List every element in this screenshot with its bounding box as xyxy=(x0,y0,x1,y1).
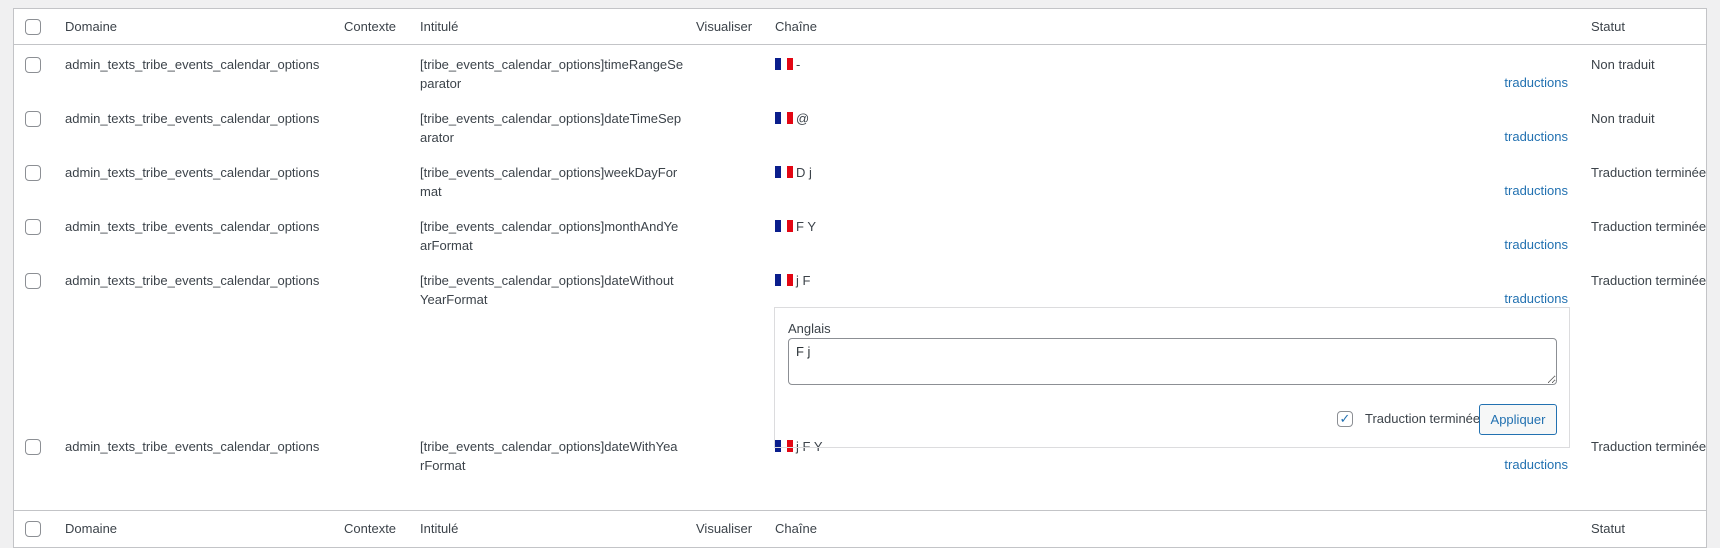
language-label: Anglais xyxy=(788,321,831,336)
title-line-1: [tribe_events_calendar_options]dateTimeS… xyxy=(420,111,682,126)
title-line-1: [tribe_events_calendar_options]dateWithY… xyxy=(420,439,678,454)
select-all-checkbox[interactable] xyxy=(25,19,41,35)
translations-link[interactable]: traductions xyxy=(1504,183,1568,198)
col-string: Chaîne xyxy=(775,19,817,34)
french-flag-icon xyxy=(775,166,793,178)
row-checkbox[interactable] xyxy=(25,219,41,235)
select-all-checkbox-footer[interactable] xyxy=(25,521,41,537)
string-cell: @ xyxy=(775,111,809,126)
col-domain[interactable]: Domaine xyxy=(65,521,117,536)
col-title[interactable]: Intitulé xyxy=(420,19,458,34)
strings-table: Domaine Contexte Intitulé Visualiser Cha… xyxy=(13,8,1707,548)
status-cell: Traduction terminée xyxy=(1591,273,1707,288)
domain-cell: admin_texts_tribe_events_calendar_option… xyxy=(65,273,320,288)
translation-textarea[interactable] xyxy=(788,338,1557,385)
table-footer: Domaine Contexte Intitulé Visualiser Cha… xyxy=(14,510,1706,546)
french-flag-icon xyxy=(775,274,793,286)
title-line-2: YearFormat xyxy=(420,292,488,307)
string-value: F Y xyxy=(796,219,816,234)
col-view: Visualiser xyxy=(696,521,753,536)
title-line-2: arFormat xyxy=(420,238,473,253)
status-cell: Traduction terminée xyxy=(1591,219,1707,234)
table-row: admin_texts_tribe_events_calendar_option… xyxy=(14,99,1706,153)
string-value: D j xyxy=(796,165,812,180)
status-cell: Non traduit xyxy=(1591,57,1655,72)
title-line-2: mat xyxy=(420,184,442,199)
title-line-1: [tribe_events_calendar_options]monthAndY… xyxy=(420,219,679,234)
row-checkbox[interactable] xyxy=(25,439,41,455)
table-row: admin_texts_tribe_events_calendar_option… xyxy=(14,153,1706,207)
translations-link[interactable]: traductions xyxy=(1504,291,1568,306)
french-flag-icon xyxy=(775,112,793,124)
translations-link[interactable]: traductions xyxy=(1504,129,1568,144)
apply-button[interactable]: Appliquer xyxy=(1479,404,1557,435)
string-value: j F xyxy=(796,273,811,288)
title-line-1: [tribe_events_calendar_options]weekDayFo… xyxy=(420,165,678,180)
row-checkbox[interactable] xyxy=(25,165,41,181)
col-domain[interactable]: Domaine xyxy=(65,19,117,34)
col-status[interactable]: Statut xyxy=(1591,521,1625,536)
title-line-2: rFormat xyxy=(420,458,466,473)
status-cell: Traduction terminée xyxy=(1591,165,1707,180)
table-row: admin_texts_tribe_events_calendar_option… xyxy=(14,45,1706,99)
title-line-2: arator xyxy=(420,130,454,145)
row-checkbox[interactable] xyxy=(25,273,41,289)
string-cell: D j xyxy=(775,165,812,180)
col-context: Contexte xyxy=(344,19,397,34)
string-cell: - xyxy=(775,57,800,72)
string-cell: F Y xyxy=(775,219,816,234)
domain-cell: admin_texts_tribe_events_calendar_option… xyxy=(65,165,320,180)
title-line-1: [tribe_events_calendar_options]dateWitho… xyxy=(420,273,674,288)
domain-cell: admin_texts_tribe_events_calendar_option… xyxy=(65,57,320,72)
translation-complete-checkbox[interactable]: ✓ xyxy=(1337,411,1353,427)
domain-cell: admin_texts_tribe_events_calendar_option… xyxy=(65,219,320,234)
string-cell: j F xyxy=(775,273,810,288)
translations-link[interactable]: traductions xyxy=(1504,237,1568,252)
string-value: - xyxy=(796,57,801,72)
status-cell: Non traduit xyxy=(1591,111,1655,126)
translations-link[interactable]: traductions xyxy=(1504,75,1568,90)
french-flag-icon xyxy=(775,58,793,70)
translation-complete-label: Traduction terminée xyxy=(1365,411,1481,426)
row-checkbox[interactable] xyxy=(25,111,41,127)
title-line-1: [tribe_events_calendar_options]timeRange… xyxy=(420,57,684,72)
status-cell: Traduction terminée xyxy=(1591,439,1707,454)
row-checkbox[interactable] xyxy=(25,57,41,73)
col-status[interactable]: Statut xyxy=(1591,19,1625,34)
domain-cell: admin_texts_tribe_events_calendar_option… xyxy=(65,439,320,454)
translations-link[interactable]: traductions xyxy=(1504,457,1568,472)
col-context: Contexte xyxy=(344,521,397,536)
title-line-2: parator xyxy=(420,76,462,91)
table-header: Domaine Contexte Intitulé Visualiser Cha… xyxy=(14,9,1706,45)
col-title[interactable]: Intitulé xyxy=(420,521,458,536)
translation-editor: Anglais ✓ Traduction terminée Appliquer xyxy=(774,307,1570,448)
col-view: Visualiser xyxy=(696,19,753,34)
french-flag-icon xyxy=(775,220,793,232)
domain-cell: admin_texts_tribe_events_calendar_option… xyxy=(65,111,320,126)
table-row: admin_texts_tribe_events_calendar_option… xyxy=(14,207,1706,261)
col-string: Chaîne xyxy=(775,521,817,536)
string-value: @ xyxy=(796,111,810,126)
